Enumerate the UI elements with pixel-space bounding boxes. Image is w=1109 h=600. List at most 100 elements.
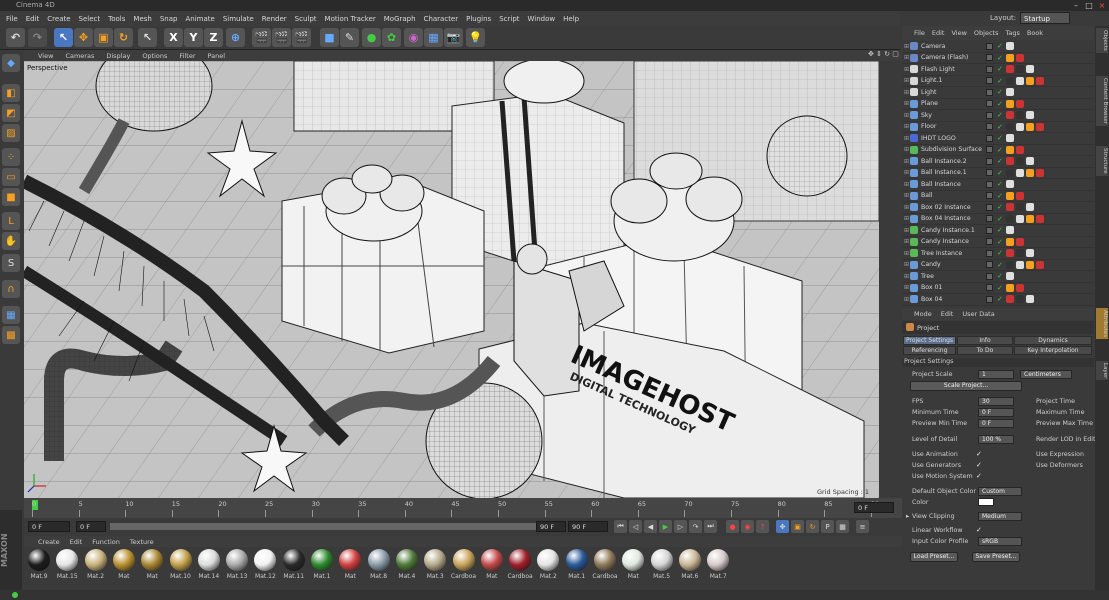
object-row[interactable]: ⊞ Sky ✓	[902, 110, 1094, 122]
tree-expand-icon[interactable]: ⊞	[904, 261, 909, 268]
enabled-check-icon[interactable]: ✓	[997, 146, 1003, 154]
visibility-toggle[interactable]	[986, 238, 993, 246]
material-swatch[interactable]: Mat	[479, 549, 505, 580]
menu-window[interactable]: Window	[528, 15, 556, 23]
material-swatch[interactable]: Mat.8	[366, 549, 392, 580]
menu-plugins[interactable]: Plugins	[466, 15, 491, 23]
material-tag-icon[interactable]	[1026, 249, 1034, 258]
view-clipping-dropdown[interactable]: Medium	[978, 512, 1022, 521]
menu-edit[interactable]: Edit	[26, 15, 40, 23]
default-color-dropdown[interactable]: Custom	[978, 487, 1022, 496]
tree-expand-icon[interactable]: ⊞	[904, 135, 909, 142]
camera-icon[interactable]: 📷	[444, 28, 463, 47]
3d-viewport[interactable]: IMAGEHOST DIGITAL TECHNOLOGY Perspective…	[24, 61, 879, 498]
enabled-check-icon[interactable]: ✓	[997, 284, 1003, 292]
layout-dropdown[interactable]: Startup	[1020, 12, 1070, 24]
render-settings-icon[interactable]: 🎬	[292, 28, 311, 47]
tab-key-interpolation[interactable]: Key Interpolation	[1014, 346, 1092, 355]
linear-workflow-checkbox[interactable]: ✓	[976, 527, 983, 534]
visibility-toggle[interactable]	[986, 111, 993, 119]
position-key-icon[interactable]: ✥	[776, 520, 789, 533]
object-menu-tags[interactable]: Tags	[1005, 29, 1019, 37]
enabled-check-icon[interactable]: ✓	[997, 295, 1003, 303]
texture-mode-icon[interactable]: ◩	[2, 104, 20, 122]
render-view-icon[interactable]: 🎬	[252, 28, 271, 47]
viewport-menu-display[interactable]: Display	[106, 52, 130, 60]
tab-info[interactable]: Info	[957, 336, 1013, 345]
material-tag-icon[interactable]	[1006, 272, 1014, 281]
scale-project-button[interactable]: Scale Project...	[910, 381, 1022, 391]
input-color-dropdown[interactable]: sRGB	[978, 537, 1022, 546]
floor-icon[interactable]: ▦	[424, 28, 443, 47]
viewport-menu-panel[interactable]: Panel	[208, 52, 226, 60]
model-mode-icon[interactable]: ◆	[2, 54, 20, 72]
material-swatch[interactable]: Mat.4	[394, 549, 420, 580]
color-swatch[interactable]	[978, 498, 994, 506]
viewport-menu-cameras[interactable]: Cameras	[65, 52, 94, 60]
points-mode-icon[interactable]: ⁘	[2, 148, 20, 166]
subdivision-icon[interactable]: ●	[362, 28, 381, 47]
visibility-toggle[interactable]	[986, 42, 993, 50]
visibility-toggle[interactable]	[986, 157, 993, 165]
project-scale-input[interactable]: 1	[978, 370, 1014, 379]
enabled-check-icon[interactable]: ✓	[997, 261, 1003, 269]
material-swatch[interactable]: Mat.13	[224, 549, 250, 580]
visibility-toggle[interactable]	[986, 100, 993, 108]
material-tag-icon[interactable]	[1006, 157, 1014, 166]
material-tag-icon[interactable]	[1006, 203, 1014, 212]
tree-expand-icon[interactable]: ⊞	[904, 54, 909, 61]
object-row[interactable]: ⊞ Subdivision Surface ✓	[902, 145, 1094, 156]
preview-range-slider[interactable]	[110, 523, 550, 530]
scale-key-icon[interactable]: ▣	[791, 520, 804, 533]
material-tag-icon[interactable]	[1006, 53, 1014, 62]
visibility-toggle[interactable]	[986, 65, 993, 73]
material-tag-icon[interactable]	[1016, 295, 1024, 304]
play-icon[interactable]: ▶	[659, 520, 672, 533]
material-tag-icon[interactable]	[1016, 111, 1024, 120]
material-tag-icon[interactable]	[1016, 191, 1024, 200]
tree-expand-icon[interactable]: ⊞	[904, 169, 909, 176]
menu-snap[interactable]: Snap	[160, 15, 178, 23]
scale-icon[interactable]: ▣	[94, 28, 113, 47]
enabled-check-icon[interactable]: ✓	[997, 215, 1003, 223]
live-selection-icon[interactable]: ↖	[54, 28, 73, 47]
material-tag-icon[interactable]	[1026, 76, 1034, 85]
close-icon[interactable]: ×	[1096, 1, 1108, 10]
material-tag-icon[interactable]	[1006, 88, 1014, 97]
x-axis-icon[interactable]: X	[164, 28, 183, 47]
material-tag-icon[interactable]	[1006, 283, 1014, 292]
material-tag-icon[interactable]	[1016, 99, 1024, 108]
enabled-check-icon[interactable]: ✓	[997, 203, 1003, 211]
enabled-check-icon[interactable]: ✓	[997, 238, 1003, 246]
redo-icon[interactable]: ↷	[28, 28, 47, 47]
material-tag-icon[interactable]	[1006, 99, 1014, 108]
material-menu-create[interactable]: Create	[38, 538, 60, 546]
load-preset-button[interactable]: Load Preset...	[910, 552, 958, 562]
tree-expand-icon[interactable]: ⊞	[904, 227, 909, 234]
material-tag-icon[interactable]	[1026, 260, 1034, 269]
material-tag-icon[interactable]	[1006, 295, 1014, 304]
visibility-toggle[interactable]	[986, 123, 993, 131]
use-generators-checkbox[interactable]: ✓	[976, 462, 983, 469]
object-row[interactable]: ⊞ Ball Instance.1 ✓	[902, 168, 1094, 179]
object-menu-file[interactable]: File	[914, 29, 925, 37]
material-swatch[interactable]: Mat.5	[649, 549, 675, 580]
material-tag-icon[interactable]	[1026, 157, 1034, 166]
material-tag-icon[interactable]	[1016, 145, 1024, 154]
material-tag-icon[interactable]	[1006, 76, 1014, 85]
tab-referencing[interactable]: Referencing	[903, 346, 956, 355]
tree-expand-icon[interactable]: ⊞	[904, 112, 909, 119]
menu-render[interactable]: Render	[262, 15, 287, 23]
material-swatch[interactable]: Mat	[337, 549, 363, 580]
material-tag-icon[interactable]	[1006, 145, 1014, 154]
visibility-toggle[interactable]	[986, 203, 993, 211]
material-tag-icon[interactable]	[1036, 260, 1044, 269]
tree-expand-icon[interactable]: ⊞	[904, 192, 909, 199]
visibility-toggle[interactable]	[986, 215, 993, 223]
prev-key-icon[interactable]: ◁	[629, 520, 642, 533]
z-axis-icon[interactable]: Z	[204, 28, 223, 47]
material-swatch[interactable]: Cardboa	[507, 549, 533, 580]
preview-min-input[interactable]: 0 F	[978, 419, 1014, 428]
visibility-toggle[interactable]	[986, 272, 993, 280]
material-tag-icon[interactable]	[1006, 168, 1014, 177]
